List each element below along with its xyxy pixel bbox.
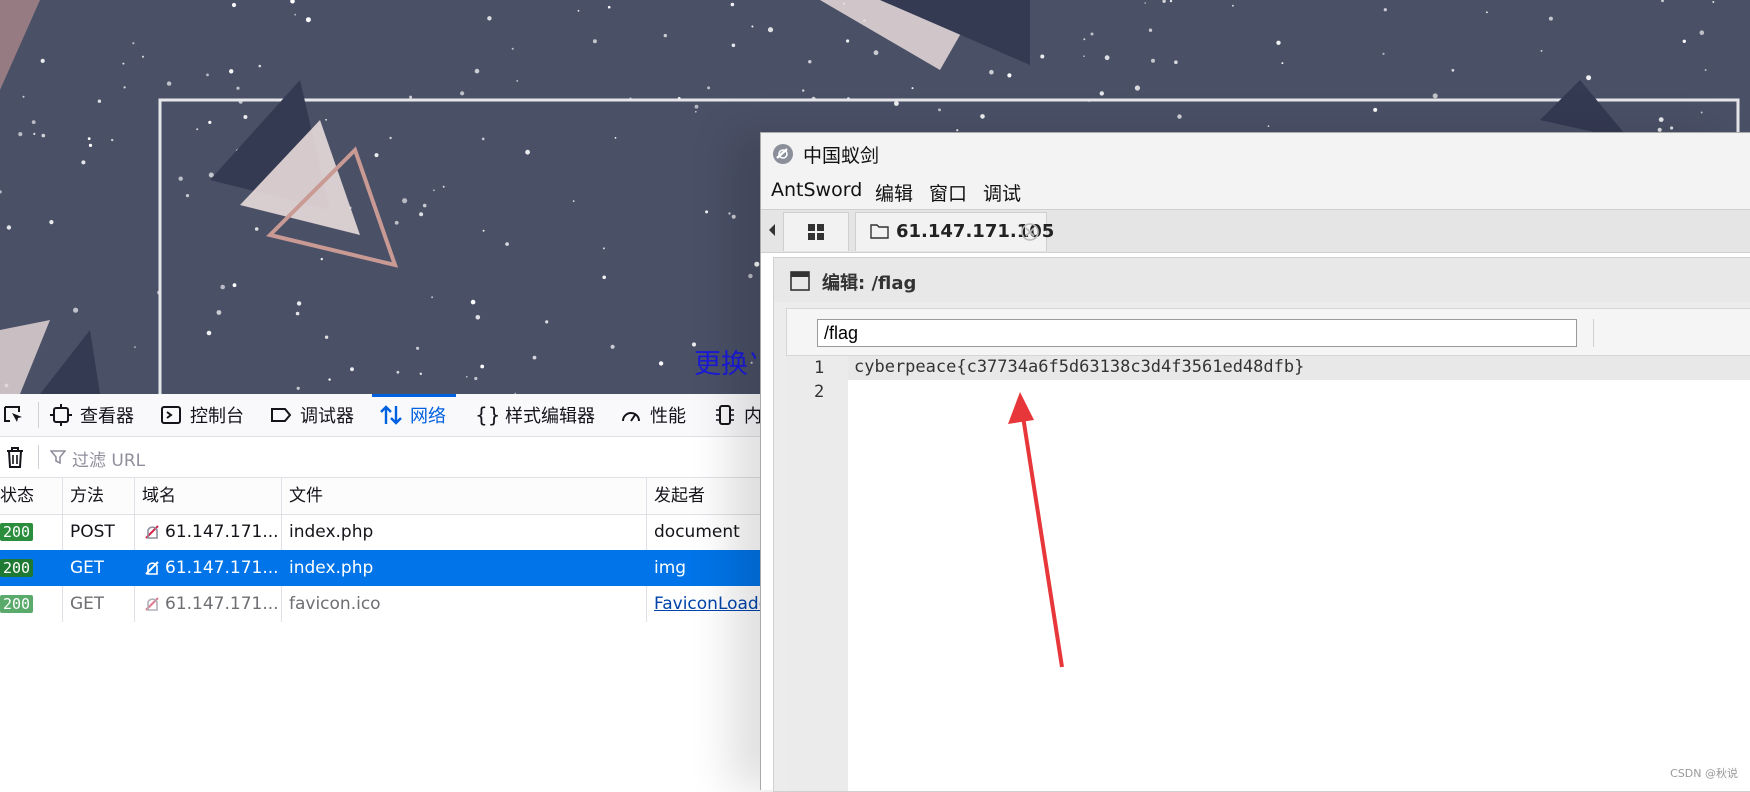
initiator-cell: document	[654, 522, 740, 542]
code-line: cyberpeace{c37734a6f5d63138c3d4f3561ed48…	[854, 357, 1305, 377]
method-cell: GET	[70, 594, 105, 614]
line-number: 1	[814, 358, 825, 378]
tab-inspector[interactable]: 查看器	[50, 394, 134, 436]
tab-label: 性能	[650, 406, 686, 427]
tab-bar: 61.147.171.105	[761, 209, 1750, 253]
domain-cell: 61.147.171....	[165, 522, 277, 542]
tab-label: 控制台	[190, 406, 244, 427]
status-badge: 200	[0, 523, 34, 541]
window-title: 中国蚁剑	[803, 145, 880, 167]
console-icon	[161, 406, 181, 424]
tab-performance[interactable]: 性能	[620, 394, 686, 436]
table-row[interactable]: 200 GET 61.147.171.... index.php img	[0, 550, 780, 586]
tab-home[interactable]	[783, 212, 849, 251]
close-tab-icon[interactable]	[1020, 222, 1040, 242]
memory-icon	[716, 405, 734, 425]
style-editor-icon: {}	[475, 403, 501, 427]
status-badge: 200	[0, 559, 34, 577]
element-picker-icon[interactable]	[2, 404, 26, 430]
scroll-left-icon[interactable]	[767, 222, 777, 242]
tab-host[interactable]: 61.147.171.105	[855, 212, 1054, 251]
domain-cell: 61.147.171....	[165, 558, 277, 578]
menu-antsword[interactable]: AntSword	[771, 179, 862, 201]
antsword-window: 中国蚁剑 AntSword 编辑 窗口 调试 61.147.171.105 编辑…	[760, 132, 1750, 792]
tab-label: 调试器	[300, 406, 354, 427]
grid-icon	[808, 224, 824, 240]
tab-label: 样式编辑器	[505, 406, 595, 427]
line-number: 2	[814, 382, 825, 402]
menu-window[interactable]: 窗口	[929, 179, 967, 206]
initiator-cell: img	[654, 558, 687, 578]
path-bar	[786, 308, 1750, 356]
watermark: CSDN @秋说	[1670, 767, 1738, 780]
filter-url-input[interactable]: 过滤 URL	[72, 446, 145, 471]
column-header[interactable]: 文件	[289, 478, 323, 514]
column-header[interactable]: 域名	[142, 478, 176, 514]
file-cell: favicon.ico	[289, 594, 381, 614]
code-editor[interactable]: 1 2 cyberpeace{c37734a6f5d63138c3d4f3561…	[786, 356, 1750, 791]
status-cell: 200	[0, 586, 34, 622]
insecure-icon	[142, 586, 164, 622]
tab-debugger[interactable]: 调试器	[270, 394, 354, 436]
tab-label: 网络	[410, 406, 446, 427]
status-cell: 200	[0, 550, 34, 586]
inspector-icon	[50, 404, 72, 426]
tab-network[interactable]: 网络	[372, 394, 456, 436]
insecure-icon	[142, 550, 164, 586]
file-cell: index.php	[289, 558, 374, 578]
tab-console[interactable]: 控制台	[160, 394, 244, 436]
status-cell: 200	[0, 514, 34, 550]
menu-bar: AntSword 编辑 窗口 调试	[761, 175, 1750, 209]
editor-panel: 编辑: /flag 1 2 cyberpeace{c37734a6f5d6313…	[773, 257, 1750, 792]
method-cell: GET	[70, 558, 105, 578]
column-header[interactable]: 方法	[70, 478, 104, 514]
network-icon	[380, 405, 402, 425]
table-row[interactable]: 200 GET 61.147.171.... favicon.ico Favic…	[0, 586, 780, 622]
tab-memory[interactable]: 内	[714, 394, 762, 436]
initiator-link[interactable]: FaviconLoade	[654, 586, 769, 622]
domain-cell: 61.147.171....	[165, 594, 277, 614]
column-header[interactable]: 发起者	[654, 478, 705, 514]
menu-debug[interactable]: 调试	[983, 179, 1021, 206]
table-header: 状态 方法 域名 文件 发起者	[0, 478, 780, 515]
folder-icon	[870, 224, 889, 239]
window-icon	[790, 271, 810, 291]
menu-edit[interactable]: 编辑	[875, 179, 913, 206]
filter-icon	[49, 449, 67, 469]
path-input[interactable]	[817, 319, 1577, 347]
column-header[interactable]: 状态	[0, 478, 34, 514]
tab-label: 查看器	[80, 406, 134, 427]
antsword-logo-icon	[771, 142, 795, 170]
panel-title: 编辑: /flag	[822, 273, 917, 294]
insecure-icon	[142, 514, 164, 550]
status-badge: 200	[0, 595, 34, 613]
line-number-gutter: 1 2	[786, 356, 848, 791]
performance-icon	[622, 412, 640, 422]
method-cell: POST	[70, 522, 115, 542]
file-cell: index.php	[289, 522, 374, 542]
panel-header: 编辑: /flag	[774, 258, 1750, 302]
window-titlebar[interactable]: 中国蚁剑	[761, 133, 1750, 175]
debugger-icon	[271, 408, 292, 422]
table-row[interactable]: 200 POST 61.147.171.... index.php docume…	[0, 514, 780, 550]
trash-icon[interactable]	[4, 445, 26, 473]
tab-style-editor[interactable]: {} 样式编辑器	[475, 394, 595, 436]
